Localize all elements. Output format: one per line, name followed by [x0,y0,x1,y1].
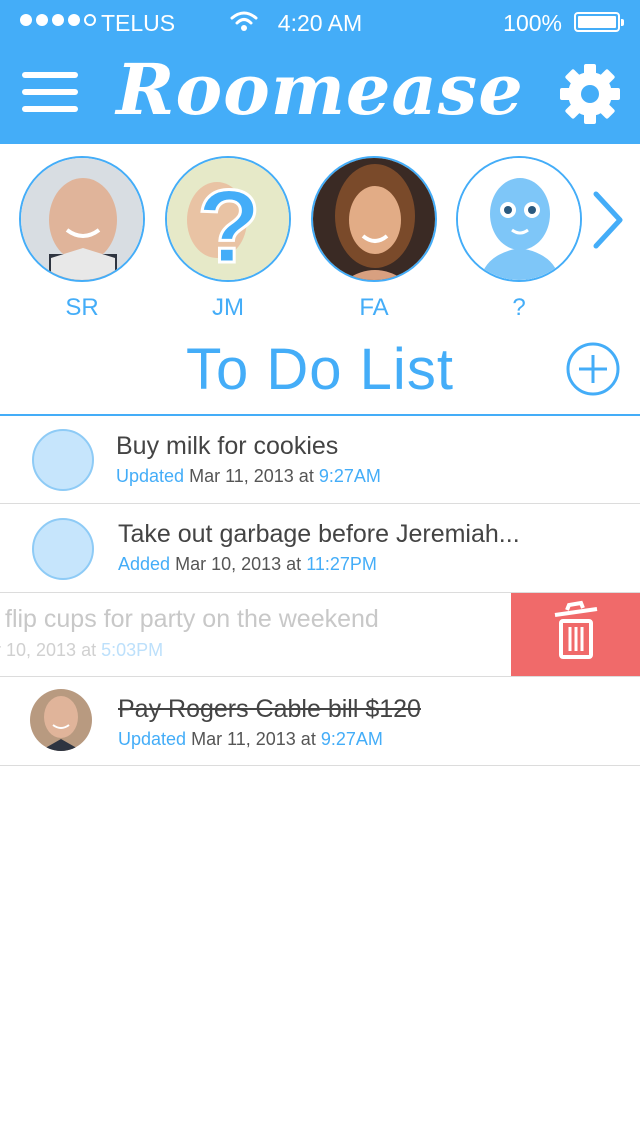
avatar [456,156,582,282]
roommate-initials: FA [359,294,389,321]
todo-item-done[interactable]: Pay Rogers Cable bill $120 Updated Mar 1… [0,677,640,766]
todo-item[interactable]: Take out garbage before Jeremiah... Adde… [0,504,640,593]
checkbox-circle[interactable] [32,429,94,491]
task-text: flip cups for party on the weekend [5,605,379,633]
todo-item[interactable]: Buy milk for cookies Updated Mar 11, 201… [0,416,640,504]
plus-circle-icon[interactable] [566,342,620,396]
roommate-sr[interactable]: SR [17,156,147,322]
status-bar: TELUS 4:20 AM 100% [0,0,640,44]
chevron-right-icon[interactable] [590,190,626,255]
roommate-initials: JM [212,294,244,321]
roommate-fa[interactable]: FA [309,156,439,322]
top-bar: TELUS 4:20 AM 100% Roomease [0,0,640,144]
avatar [30,689,92,751]
battery-icon [574,12,624,32]
task-text: Buy milk for cookies [116,432,339,460]
robot-placeholder-icon [458,158,580,280]
avatar [19,156,145,282]
svg-text:?: ? [197,169,261,282]
checkbox-circle[interactable] [32,518,94,580]
app-title: Roomease [116,48,524,131]
task-meta: Added Mar 10, 2013 at 11:27PM [118,554,377,574]
task-meta: Updated Mar 11, 2013 at 9:27AM [116,466,381,486]
roommate-strip: SR ? JM FA ? [0,156,640,326]
roommate-unknown[interactable]: ? [454,156,584,322]
todo-list-title: To Do List [186,337,454,402]
roommate-initials: ? [512,294,526,321]
avatar [311,156,437,282]
todo-header: To Do List [0,336,640,406]
roommate-initials: SR [65,294,99,321]
task-text: Take out garbage before Jeremiah... [118,520,520,548]
task-text: Pay Rogers Cable bill $120 [118,695,421,723]
delete-button[interactable] [511,593,640,676]
trash-icon [554,600,598,659]
roommate-jm[interactable]: ? JM [163,156,293,322]
task-meta: r 10, 2013 at 5:03PM [0,640,164,660]
gear-icon[interactable] [558,62,622,126]
avatar: ? [165,156,291,282]
task-meta: Updated Mar 11, 2013 at 9:27AM [118,729,383,749]
battery-percent: 100% [503,10,562,36]
